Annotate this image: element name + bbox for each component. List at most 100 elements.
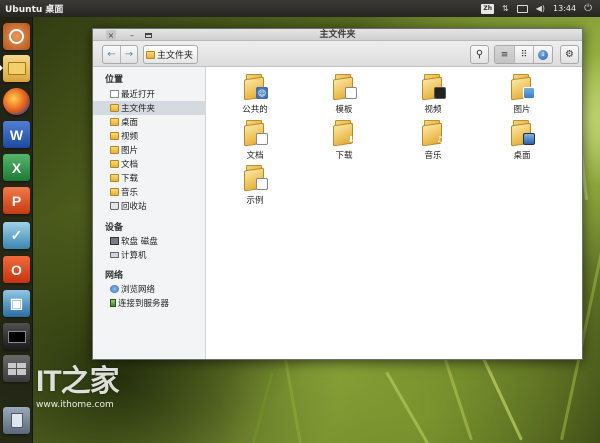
sidebar-heading-places: 位置 <box>105 75 124 85</box>
excel-icon: X <box>11 159 22 176</box>
grass-blade <box>385 371 433 443</box>
launcher-office-button[interactable]: O <box>3 256 30 283</box>
remote-desktop-icon: ▣ <box>9 295 24 311</box>
sidebar-item-label: 文档 <box>121 160 139 170</box>
server-icon <box>110 299 116 307</box>
folder-label: 下载 <box>335 151 353 161</box>
back-button[interactable]: ← <box>103 46 120 63</box>
sidebar-item-videos[interactable]: 视频 <box>93 129 206 143</box>
folder-item-examples[interactable]: 示例 <box>225 163 285 207</box>
list-view-button[interactable]: ≡ <box>495 46 514 63</box>
folder-item-public[interactable]: ☺ 公共的 <box>225 72 285 116</box>
launcher-remote-desktop-button[interactable]: ▣ <box>3 290 30 317</box>
settings-button[interactable]: ⚙ <box>560 45 579 64</box>
folder-label: 公共的 <box>242 105 268 115</box>
launcher-files-button[interactable] <box>3 55 30 82</box>
launcher-excel-button[interactable]: X <box>3 154 30 181</box>
sidebar-item-connect-server[interactable]: 连接到服务器 <box>93 296 206 310</box>
sidebar-item-label: 图片 <box>121 146 139 156</box>
trash-icon <box>110 202 119 210</box>
folder-label: 文档 <box>246 151 264 161</box>
public-folder-icon: ☺ <box>242 72 268 101</box>
watermark-url: www.ithome.com <box>36 400 114 410</box>
sidebar-item-label: 连接到服务器 <box>118 299 170 309</box>
mail-icon[interactable] <box>516 4 528 13</box>
ithome-watermark: IT之家 www.ithome.com <box>36 365 120 411</box>
home-folder-icon <box>146 50 155 59</box>
launcher-dash-home-button[interactable] <box>3 23 30 50</box>
sidebar-item-label: 浏览网络 <box>121 285 156 295</box>
sidebar-item-label: 计算机 <box>121 251 147 261</box>
keyboard-layout-indicator[interactable]: Zh <box>481 3 495 14</box>
launcher-firefox-button[interactable] <box>3 88 30 115</box>
videos-folder-icon <box>420 72 446 101</box>
forward-button[interactable]: → <box>120 46 137 63</box>
active-app-title: Ubuntu 桌面 <box>5 5 64 15</box>
folder-view: ☺ 公共的 模板 视频 图片 文档 ⬇ 下载 ♫ 音乐 桌面 示例 <box>207 67 582 359</box>
path-bar-label: 主文件夹 <box>157 51 194 61</box>
clock[interactable]: 13:44 <box>553 4 576 13</box>
folder-item-videos[interactable]: 视频 <box>403 72 463 116</box>
sidebar-item-trash[interactable]: 回收站 <box>93 199 206 213</box>
launcher-word-button[interactable]: W <box>3 121 30 148</box>
launcher-workspace-switcher-button[interactable] <box>3 355 30 382</box>
search-button[interactable]: ⚲ <box>470 45 489 64</box>
sidebar-item-desktop[interactable]: 桌面 <box>93 115 206 129</box>
sidebar-item-label: 下载 <box>121 174 139 184</box>
sidebar-item-documents[interactable]: 文档 <box>93 157 206 171</box>
folder-item-documents[interactable]: 文档 <box>225 118 285 162</box>
pictures-folder-icon <box>509 72 535 101</box>
sidebar-item-pictures[interactable]: 图片 <box>93 143 206 157</box>
workspace-switcher-icon <box>7 362 26 375</box>
grid-view-button[interactable]: ⠿ <box>514 46 533 63</box>
volume-icon[interactable]: ◀) <box>536 4 545 13</box>
power-icon[interactable]: ⏻ <box>584 3 592 14</box>
launcher-software-center-button[interactable]: ✓ <box>3 222 30 249</box>
launcher-powerpoint-button[interactable]: P <box>3 187 30 214</box>
folder-item-templates[interactable]: 模板 <box>314 72 374 116</box>
network-icon[interactable]: ⇅ <box>502 4 509 13</box>
folder-label: 视频 <box>424 105 442 115</box>
documents-folder-icon <box>110 160 119 168</box>
sidebar-item-floppy[interactable]: 软盘 磁盘 <box>93 234 206 248</box>
pictures-folder-icon <box>110 146 119 154</box>
sidebar-item-label: 回收站 <box>121 202 147 212</box>
folder-label: 桌面 <box>513 151 531 161</box>
window-titlebar[interactable]: × – 主文件夹 <box>93 29 582 41</box>
folder-label: 示例 <box>246 196 264 206</box>
view-options-button[interactable]: ↓ <box>533 46 552 63</box>
sidebar-heading-network: 网络 <box>105 271 124 281</box>
launcher-terminal-button[interactable] <box>3 323 30 350</box>
sidebar-item-recent[interactable]: 最近打开 <box>93 87 206 101</box>
chevron-down-icon: ↓ <box>538 49 548 60</box>
downloads-folder-icon <box>110 174 119 182</box>
folder-label: 音乐 <box>424 151 442 161</box>
software-center-icon: ✓ <box>10 227 23 243</box>
sidebar-item-music[interactable]: 音乐 <box>93 185 206 199</box>
path-bar-home-button[interactable]: 主文件夹 <box>143 45 199 64</box>
launcher-trash-button[interactable] <box>3 407 30 434</box>
folder-item-desktop[interactable]: 桌面 <box>492 118 552 162</box>
sidebar-heading-devices: 设备 <box>105 223 124 233</box>
sidebar-item-label: 视频 <box>121 132 139 142</box>
folder-item-downloads[interactable]: ⬇ 下载 <box>314 118 374 162</box>
indicator-area: Zh ⇅ ◀) 13:44 ⏻ <box>481 0 592 17</box>
sidebar-item-browse-network[interactable]: 浏览网络 <box>93 282 206 296</box>
downloads-folder-icon: ⬇ <box>331 118 357 147</box>
music-folder-icon <box>110 188 119 196</box>
desktop-folder-icon <box>110 118 119 126</box>
folder-item-pictures[interactable]: 图片 <box>492 72 552 116</box>
sidebar-item-home[interactable]: 主文件夹 <box>93 101 206 115</box>
network-icon <box>110 285 119 293</box>
sidebar-item-downloads[interactable]: 下载 <box>93 171 206 185</box>
recent-icon <box>110 90 119 98</box>
folder-item-music[interactable]: ♫ 音乐 <box>403 118 463 162</box>
places-sidebar: 位置 最近打开 主文件夹 桌面 视频 图片 文档 下载 音乐 回收站 设备 软盘… <box>93 67 206 359</box>
terminal-icon <box>7 330 26 343</box>
navigation-buttons: ← → <box>102 45 138 64</box>
watermark-logo: IT之家 <box>36 365 120 398</box>
trash-icon <box>10 413 23 428</box>
sidebar-item-computer[interactable]: 计算机 <box>93 248 206 262</box>
sidebar-item-label: 软盘 磁盘 <box>121 237 158 247</box>
sidebar-item-label: 最近打开 <box>121 90 156 100</box>
